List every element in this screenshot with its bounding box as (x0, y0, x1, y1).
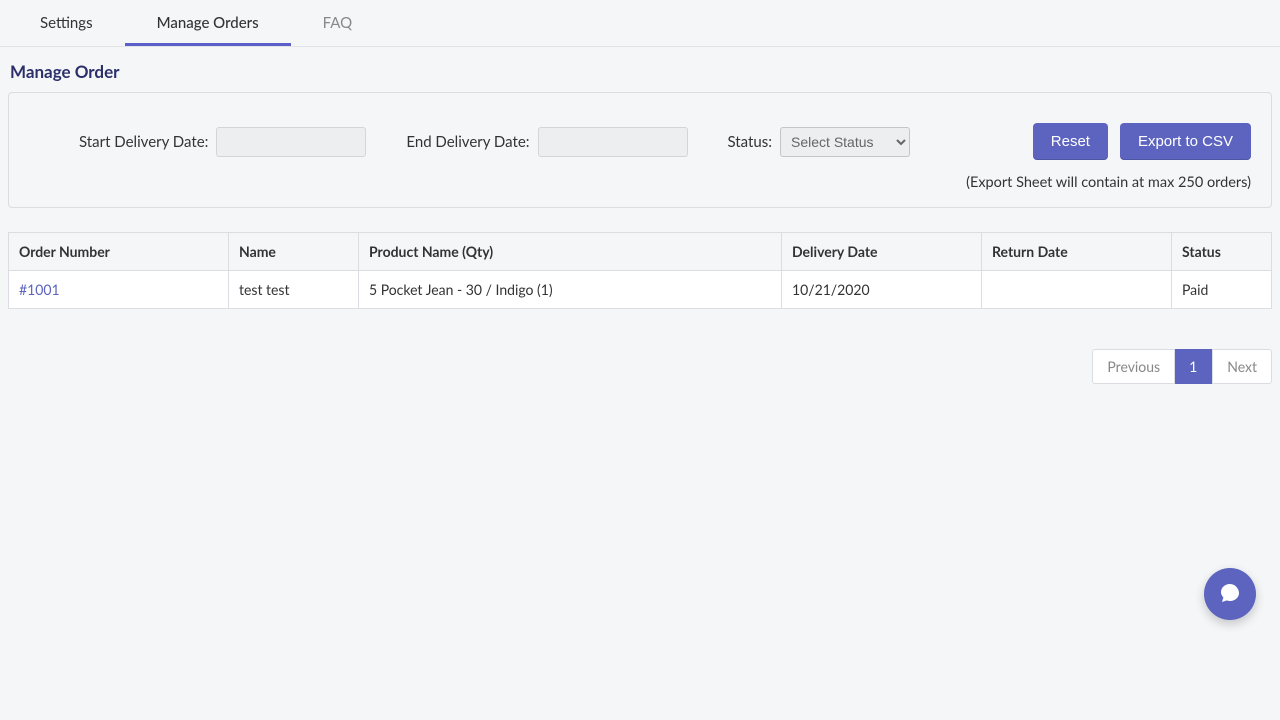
end-date-input[interactable] (538, 127, 688, 157)
orders-table: Order Number Name Product Name (Qty) Del… (8, 232, 1272, 309)
order-number-link[interactable]: #1001 (19, 281, 60, 298)
cell-name: test test (229, 271, 359, 309)
start-date-label: Start Delivery Date: (79, 133, 208, 151)
pagination-next[interactable]: Next (1212, 349, 1272, 384)
export-csv-button[interactable]: Export to CSV (1120, 123, 1251, 160)
chat-icon (1218, 581, 1242, 608)
tab-faq[interactable]: FAQ (291, 0, 385, 46)
pagination: Previous 1 Next (8, 349, 1272, 384)
table-row: #1001 test test 5 Pocket Jean - 30 / Ind… (9, 271, 1272, 309)
th-status: Status (1172, 233, 1272, 271)
cell-status: Paid (1172, 271, 1272, 309)
tab-manage-orders[interactable]: Manage Orders (125, 0, 291, 46)
th-product: Product Name (Qty) (359, 233, 782, 271)
th-order-number: Order Number (9, 233, 229, 271)
tab-settings[interactable]: Settings (8, 0, 125, 46)
pagination-page-1[interactable]: 1 (1175, 349, 1212, 384)
pagination-previous[interactable]: Previous (1092, 349, 1175, 384)
th-name: Name (229, 233, 359, 271)
reset-button[interactable]: Reset (1033, 123, 1108, 160)
cell-return-date (982, 271, 1172, 309)
th-return-date: Return Date (982, 233, 1172, 271)
cell-product: 5 Pocket Jean - 30 / Indigo (1) (359, 271, 782, 309)
filter-panel: Start Delivery Date: End Delivery Date: … (8, 92, 1272, 208)
start-date-input[interactable] (216, 127, 366, 157)
page-title: Manage Order (10, 61, 1272, 82)
filter-status: Status: Select Status (728, 127, 911, 157)
filter-end-date: End Delivery Date: (406, 127, 687, 157)
filter-start-date: Start Delivery Date: (79, 127, 366, 157)
status-label: Status: (728, 133, 773, 151)
end-date-label: End Delivery Date: (406, 133, 529, 151)
chat-widget-button[interactable] (1204, 568, 1256, 620)
cell-delivery-date: 10/21/2020 (782, 271, 982, 309)
top-nav: Settings Manage Orders FAQ (0, 0, 1280, 47)
status-select[interactable]: Select Status (780, 127, 910, 157)
export-note: (Export Sheet will contain at max 250 or… (29, 174, 1251, 191)
th-delivery-date: Delivery Date (782, 233, 982, 271)
table-header-row: Order Number Name Product Name (Qty) Del… (9, 233, 1272, 271)
